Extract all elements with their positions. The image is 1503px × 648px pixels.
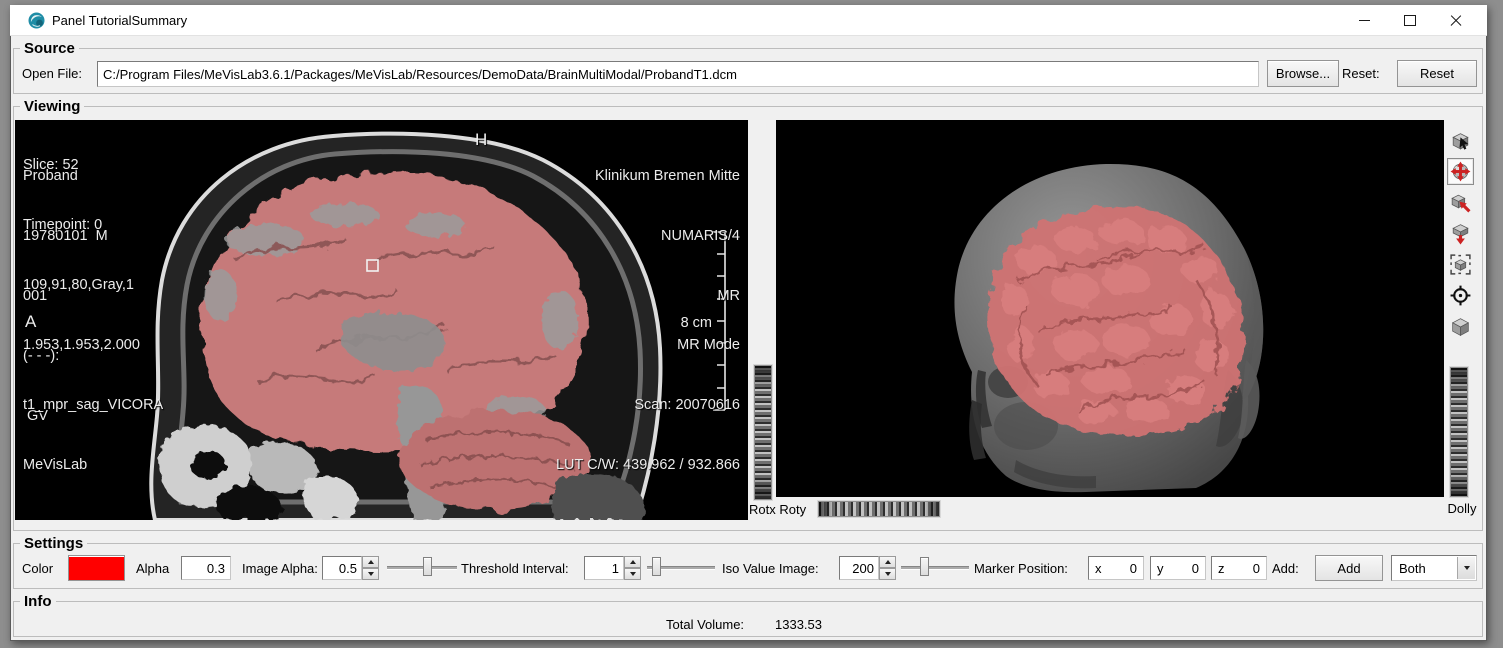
total-volume-label: Total Volume:	[666, 617, 744, 632]
rotate-view-mode-button[interactable]	[1447, 158, 1474, 185]
marker-z-value: 0	[1253, 561, 1260, 576]
marker-z-field[interactable]: z 0	[1211, 556, 1267, 580]
color-swatch-button[interactable]	[68, 555, 125, 581]
dolly-label: Dolly	[1442, 501, 1482, 516]
view-all-button[interactable]	[1447, 251, 1474, 278]
seek-icon	[1449, 284, 1472, 307]
window-title: Panel TutorialSummary	[52, 13, 187, 28]
source-group-label: Source	[20, 40, 79, 57]
threshold-spinbox[interactable]	[584, 556, 641, 580]
scale-label: 8 cm	[681, 313, 712, 333]
color-label: Color	[22, 561, 53, 576]
browse-button[interactable]: Browse...	[1267, 60, 1339, 87]
image-alpha-slider[interactable]	[387, 557, 457, 577]
chevron-down-icon[interactable]	[1457, 557, 1475, 579]
close-icon	[1450, 15, 1462, 27]
reset-label: Reset:	[1342, 66, 1380, 81]
rotx-roty-label: Rotx Roty	[749, 502, 806, 517]
slider-groove	[901, 566, 969, 570]
spin-up-icon[interactable]	[624, 556, 641, 568]
iso-value[interactable]	[839, 556, 879, 580]
pick-mode-button[interactable]	[1447, 127, 1474, 154]
minimize-icon	[1359, 20, 1370, 21]
slice-viewer[interactable]: Proband 19780101 M 001 (- - -): GV H A K…	[15, 120, 748, 520]
info-group-label: Info	[20, 593, 56, 610]
total-volume-value: 1333.53	[775, 617, 822, 632]
spin-up-icon[interactable]	[879, 556, 896, 568]
slice-status-overlay: Slice: 52 Timepoint: 0 109,91,80,Gray,1 …	[23, 120, 163, 515]
threshold-interval-label: Threshold Interval:	[461, 561, 569, 576]
combo-selected-value: Both	[1399, 561, 1426, 576]
dolly-thumbwheel[interactable]	[1450, 367, 1468, 497]
spin-down-icon[interactable]	[879, 568, 896, 580]
marker-y-value: 0	[1192, 561, 1199, 576]
add-label: Add:	[1272, 561, 1299, 576]
marker-x-field[interactable]: x 0	[1088, 556, 1144, 580]
marker-y-field[interactable]: y 0	[1150, 556, 1206, 580]
volume-viewer[interactable]	[776, 120, 1444, 497]
set-home-icon	[1449, 222, 1472, 245]
add-button[interactable]: Add	[1315, 555, 1383, 581]
set-home-button[interactable]	[1447, 220, 1474, 247]
rotate-view-mode-icon	[1449, 160, 1472, 183]
title-bar[interactable]: Panel TutorialSummary	[10, 5, 1487, 36]
add-target-combobox[interactable]: Both	[1391, 555, 1477, 581]
iso-value-label: Iso Value Image:	[722, 561, 819, 576]
marker-y-label: y	[1157, 561, 1164, 576]
skull-brain-render	[776, 120, 1444, 497]
info-group	[13, 601, 1483, 637]
slice-thumbwheel[interactable]	[754, 365, 772, 500]
file-path-input[interactable]	[97, 61, 1259, 87]
iso-value-spinbox[interactable]	[839, 556, 896, 580]
alpha-input[interactable]	[181, 556, 231, 580]
mode-overlay: MR Mode Scan: 20070616 LUT C/W: 439.962 …	[556, 295, 740, 515]
threshold-value[interactable]	[584, 556, 624, 580]
slider-handle[interactable]	[423, 557, 432, 576]
orientation-h-label: H	[475, 130, 487, 150]
go-home-icon	[1449, 191, 1472, 214]
alpha-label: Alpha	[136, 561, 169, 576]
maximize-button[interactable]	[1387, 5, 1433, 36]
viewing-group-label: Viewing	[20, 98, 84, 115]
settings-group-label: Settings	[20, 535, 87, 552]
spin-down-icon[interactable]	[362, 568, 379, 580]
seek-button[interactable]	[1447, 282, 1474, 309]
spin-down-icon[interactable]	[624, 568, 641, 580]
slider-groove	[387, 566, 457, 570]
view-all-icon	[1449, 253, 1472, 276]
marker-x-label: x	[1095, 561, 1102, 576]
perspective-icon	[1449, 315, 1472, 338]
marker-position-label: Marker Position:	[974, 561, 1068, 576]
image-alpha-label: Image Alpha:	[242, 561, 318, 576]
perspective-button[interactable]	[1447, 313, 1474, 340]
rotx-roty-thumbwheel[interactable]	[818, 501, 940, 517]
desktop-backdrop: Panel TutorialSummary Source Open File: …	[0, 0, 1503, 648]
minimize-button[interactable]	[1341, 5, 1387, 36]
image-alpha-value[interactable]	[322, 556, 362, 580]
reset-button[interactable]: Reset	[1397, 60, 1477, 87]
spin-up-icon[interactable]	[362, 556, 379, 568]
go-home-button[interactable]	[1447, 189, 1474, 216]
slider-handle[interactable]	[920, 557, 929, 576]
mevislab-logo-icon	[28, 12, 45, 29]
slider-handle[interactable]	[652, 557, 661, 576]
open-file-label: Open File:	[22, 66, 82, 81]
marker-z-label: z	[1218, 561, 1225, 576]
threshold-slider[interactable]	[647, 557, 715, 577]
close-button[interactable]	[1433, 5, 1479, 36]
image-alpha-spinbox[interactable]	[322, 556, 379, 580]
iso-value-slider[interactable]	[901, 557, 969, 577]
pick-mode-icon	[1449, 129, 1472, 152]
maximize-icon	[1404, 15, 1416, 26]
marker-x-value: 0	[1130, 561, 1137, 576]
